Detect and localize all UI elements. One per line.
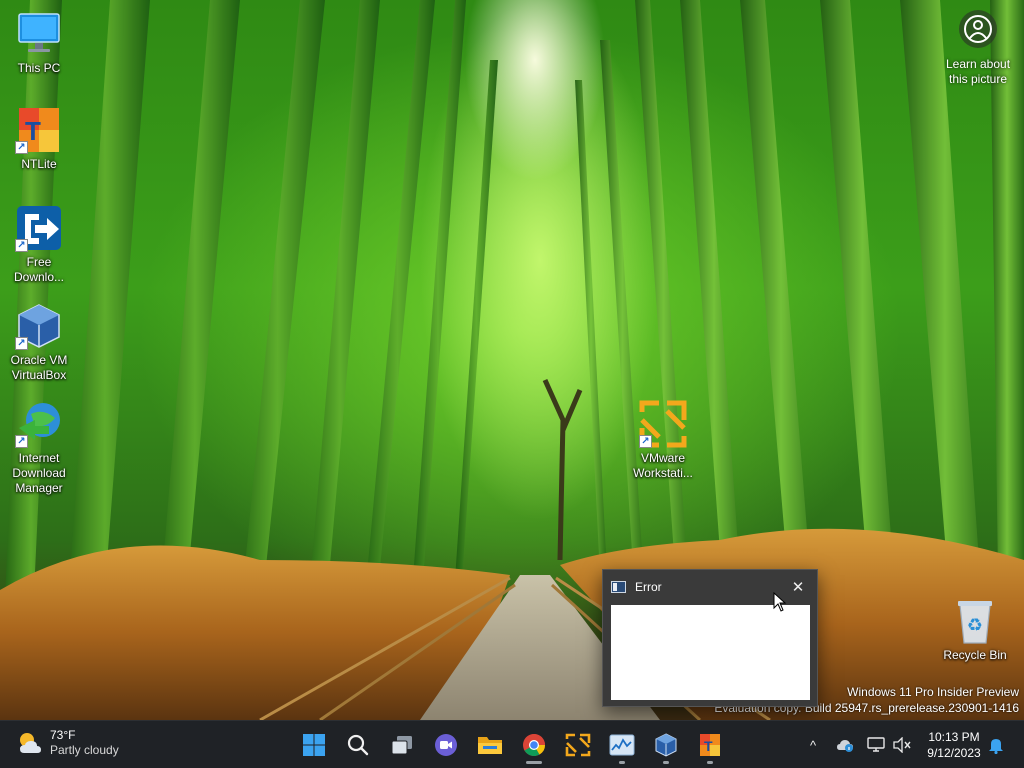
window-icon [611,580,626,593]
tray-onedrive-button[interactable] [835,735,855,755]
desktop-icon-label: Oracle VM VirtualBox [10,353,68,382]
dialog-body [611,605,810,700]
taskbar-file-explorer-button[interactable] [470,725,510,765]
partly-cloudy-icon [16,729,44,757]
desktop-icon-vmware-workstation[interactable]: ↗ VMware Workstati... [625,400,701,481]
taskbar: 73°F Partly cloudy T ^ 10:13 PM 9/12/202… [0,720,1024,768]
desktop-icon-label: Internet Download Manager [12,451,66,495]
taskbar-virtualbox-button[interactable] [646,725,686,765]
learn-about-picture-widget[interactable]: Learn about this picture [938,10,1018,87]
shortcut-arrow-icon: ↗ [15,141,28,154]
running-indicator [707,761,713,764]
bell-icon [989,739,1003,754]
svg-text:♻: ♻ [967,615,983,636]
performance-graph-icon [609,734,635,756]
desktop-icon-recycle-bin[interactable]: ♻ Recycle Bin [937,597,1013,663]
svg-text:T: T [704,738,713,754]
tray-overflow-chevron-button[interactable]: ^ [803,735,823,755]
tray-volume-button[interactable] [892,735,912,755]
error-dialog[interactable]: Error ✕ [602,569,818,707]
desktop-icon-this-pc[interactable]: This PC [1,10,77,76]
taskbar-chat-button[interactable] [426,725,466,765]
dialog-title: Error [635,579,662,594]
search-icon [347,734,369,756]
shortcut-arrow-icon: ↗ [15,337,28,350]
vmware-icon [565,733,591,757]
ntlite-icon: T ↗ [15,106,63,154]
desktop-icon-free-download[interactable]: ↗ Free Downlo... [1,204,77,285]
shortcut-arrow-icon: ↗ [639,435,652,448]
monitor-icon [15,10,63,58]
chrome-icon [523,734,545,756]
desktop-icon-label: VMware Workstati... [633,451,693,480]
running-indicator [526,761,542,764]
running-indicator [663,761,669,764]
desktop-icon-label: Recycle Bin [943,648,1007,662]
notification-center-button[interactable] [986,735,1006,755]
running-indicator [619,761,625,764]
taskbar-ntlite-button[interactable]: T [690,725,730,765]
download-arrow-icon: ↗ [15,204,63,252]
close-icon: ✕ [791,578,805,596]
shortcut-arrow-icon: ↗ [15,435,28,448]
camera-lens-icon [959,10,997,48]
desktop-icon-ntlite[interactable]: T ↗ NTLite [1,106,77,172]
taskbar-start-button[interactable] [294,725,334,765]
video-chat-icon [435,734,457,756]
taskbar-task-view-button[interactable] [382,725,422,765]
task-view-icon [391,736,412,755]
taskbar-search-button[interactable] [338,725,378,765]
ntlite-icon: T [700,734,720,756]
desktop-wallpaper [0,0,1024,720]
desktop-icon-internet-download-manager[interactable]: ↗ Internet Download Manager [1,400,77,496]
recycle-bin-icon: ♻ [951,597,999,645]
network-monitor-icon [867,737,885,752]
chevron-up-icon: ^ [809,737,817,753]
weather-condition: Partly cloudy [50,743,119,757]
weather-temperature: 73°F [50,728,76,742]
desktop-icon-label: NTLite [21,157,57,171]
virtualbox-icon [655,733,677,757]
weather-widget[interactable]: 73°F Partly cloudy [16,728,119,758]
clock-date: 9/12/2023 [927,746,981,760]
windows-logo-icon [303,734,325,756]
desktop-icon-label: This PC [17,61,61,75]
taskbar-task-manager-button[interactable] [602,725,642,765]
speaker-muted-icon [893,737,911,753]
cloud-info-icon [837,740,853,752]
desktop-icon-label: Free Downlo... [13,255,65,284]
clock-time: 10:13 PM [928,730,980,744]
taskbar-chrome-button[interactable] [514,725,554,765]
tray-network-button[interactable] [866,735,886,755]
learn-about-picture-label: Learn about this picture [945,57,1011,86]
bamboo-forest-illustration [0,0,1024,720]
mouse-cursor-icon [773,591,787,617]
taskbar-clock[interactable]: 10:13 PM 9/12/2023 [918,729,990,761]
taskbar-vmware-button[interactable] [558,725,598,765]
vmware-icon: ↗ [639,400,687,448]
globe-download-icon: ↗ [15,400,63,448]
virtualbox-icon: ↗ [15,302,63,350]
shortcut-arrow-icon: ↗ [15,239,28,252]
folder-icon [478,737,502,754]
desktop-icon-virtualbox[interactable]: ↗ Oracle VM VirtualBox [1,302,77,383]
